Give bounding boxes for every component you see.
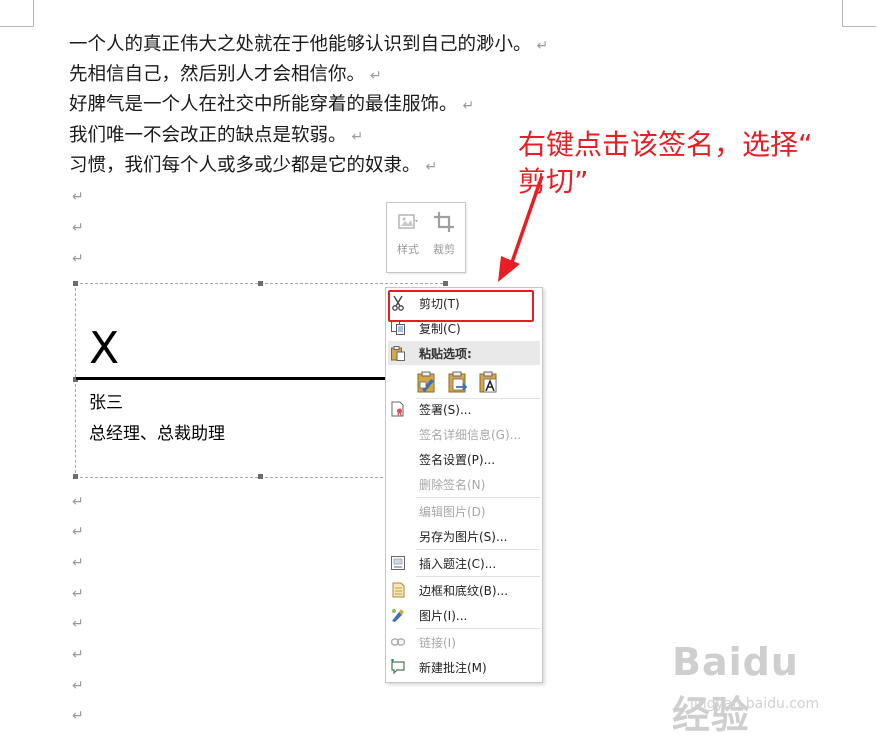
menu-item-label: 图片(I)... <box>419 609 468 623</box>
menu-item-label: 链接(I) <box>419 636 456 650</box>
context-menu: 剪切(T) 复制(C) 粘贴选项: 签署(S)... 签名详细信息(G)... … <box>385 287 543 683</box>
menu-separator <box>416 628 540 629</box>
paragraph-mark: ↵ <box>72 524 84 540</box>
paragraph-mark: ↵ <box>462 98 475 114</box>
signer-name: 张三 <box>89 393 123 413</box>
menu-item-label: 边框和底纹(B)... <box>419 584 509 598</box>
line-text: 好脾气是一个人在社交中所能穿着的最佳服饰。 <box>69 94 458 115</box>
paragraph-mark: ↵ <box>72 189 84 205</box>
paragraph-mark: ↵ <box>72 616 84 632</box>
line-text: 先相信自己，然后别人才会相信你。 <box>69 64 366 85</box>
menu-separator <box>416 576 540 577</box>
paragraph-mark: ↵ <box>370 68 382 84</box>
paragraph-mark: ↵ <box>351 129 364 145</box>
style-label: 样式 <box>397 243 419 256</box>
menu-item-insert-caption[interactable]: 插入题注(C)... <box>386 551 542 575</box>
paragraph-mark: ↵ <box>536 38 549 54</box>
style-button[interactable]: 样式 <box>391 211 425 263</box>
crop-icon <box>434 212 454 232</box>
menu-item-label: 另存为图片(S)... <box>419 530 508 544</box>
resize-handle[interactable] <box>258 474 263 479</box>
resize-handle[interactable] <box>258 281 263 286</box>
menu-item-label: 复制(C) <box>419 322 461 336</box>
paragraph-mark: ↵ <box>425 159 438 175</box>
menu-item-signature-setup[interactable]: 签名设置(P)... <box>386 447 542 471</box>
document-line: 一个人的真正伟大之处就在于他能够认识到自己的渺小。 ↵ <box>69 33 548 58</box>
menu-item-save-as-picture[interactable]: 另存为图片(S)... <box>386 524 542 548</box>
menu-item-label: 新建批注(M) <box>419 661 487 675</box>
baidu-watermark: Baidu经验 jingyan.baidu.com <box>672 640 832 737</box>
menu-item-new-comment[interactable]: 新建批注(M) <box>386 655 542 679</box>
paste-merge-formatting-button[interactable] <box>447 370 469 394</box>
signature-x-mark: X <box>89 323 120 374</box>
line-text: 一个人的真正伟大之处就在于他能够认识到自己的渺小。 <box>69 34 532 55</box>
menu-separator <box>416 549 540 550</box>
menu-item-label: 签署(S)... <box>419 403 472 417</box>
crop-label: 裁剪 <box>433 243 455 256</box>
page-corner-mark-left <box>0 0 34 27</box>
comment-icon <box>391 659 405 675</box>
copy-icon <box>391 321 405 335</box>
picture-style-icon <box>398 214 418 229</box>
menu-item-label: 签名详细信息(G)... <box>419 428 522 442</box>
menu-item-signature-details[interactable]: 签名详细信息(G)... <box>386 422 542 446</box>
paragraph-mark: ↵ <box>72 678 84 694</box>
paragraph-mark: ↵ <box>72 220 84 236</box>
borders-shading-icon <box>392 582 405 598</box>
watermark-logo: Baidu经验 <box>672 640 799 737</box>
document-line: 我们唯一不会改正的缺点是软弱。 ↵ <box>69 124 363 149</box>
menu-item-label: 编辑图片(D) <box>419 505 486 519</box>
resize-handle[interactable] <box>73 281 78 286</box>
paragraph-mark: ↵ <box>72 647 84 663</box>
mini-toolbar: 样式 裁剪 <box>386 202 466 273</box>
line-text: 我们唯一不会改正的缺点是软弱。 <box>69 125 347 146</box>
menu-item-label: 删除签名(N) <box>419 478 486 492</box>
menu-item-label: 插入题注(C)... <box>419 557 497 571</box>
annotation-callout: 右键点击该签名，选择“ 剪切” <box>518 126 813 200</box>
format-picture-icon <box>392 609 404 622</box>
menu-item-edit-picture[interactable]: 编辑图片(D) <box>386 499 542 523</box>
page-corner-mark-right <box>842 0 876 27</box>
menu-item-picture[interactable]: 图片(I)... <box>386 603 542 627</box>
menu-item-link[interactable]: 链接(I) <box>386 630 542 654</box>
paste-text-only-button[interactable] <box>478 370 500 394</box>
paste-merge-icon <box>448 371 468 393</box>
signer-title: 总经理、总裁助理 <box>89 424 225 444</box>
document-line: 先相信自己，然后别人才会相信你。 ↵ <box>69 63 382 88</box>
resize-handle[interactable] <box>73 474 78 479</box>
line-text: 习惯，我们每个人或多或少都是它的奴隶。 <box>69 155 421 176</box>
watermark-url: jingyan.baidu.com <box>690 696 820 712</box>
menu-item-borders-shading[interactable]: 边框和底纹(B)... <box>386 578 542 602</box>
menu-section-paste-options: 粘贴选项: <box>388 341 540 365</box>
menu-item-remove-signature[interactable]: 删除签名(N) <box>386 472 542 496</box>
clipboard-icon <box>391 346 405 361</box>
annotation-line-1: 右键点击该签名，选择“ <box>518 128 813 161</box>
menu-item-label: 签名设置(P)... <box>419 453 496 467</box>
menu-item-sign[interactable]: 签署(S)... <box>386 397 542 421</box>
menu-separator <box>416 497 540 498</box>
caption-icon <box>391 556 405 570</box>
paste-keep-source-icon <box>417 371 435 393</box>
paragraph-mark: ↵ <box>72 494 84 510</box>
link-icon <box>390 638 406 646</box>
sign-document-icon <box>391 401 404 417</box>
paragraph-mark: ↵ <box>72 555 84 571</box>
paragraph-mark: ↵ <box>72 251 84 267</box>
paragraph-mark: ↵ <box>72 586 84 602</box>
signature-line <box>76 377 388 380</box>
annotation-line-2: 剪切” <box>518 165 589 198</box>
crop-button[interactable]: 裁剪 <box>427 211 461 263</box>
document-line: 习惯，我们每个人或多或少都是它的奴隶。 ↵ <box>69 154 437 179</box>
paste-text-only-icon <box>479 371 497 393</box>
document-line: 好脾气是一个人在社交中所能穿着的最佳服饰。 ↵ <box>69 93 474 118</box>
menu-section-label: 粘贴选项: <box>419 347 472 361</box>
resize-handle[interactable] <box>443 281 448 286</box>
paste-keep-formatting-button[interactable] <box>416 370 438 394</box>
paragraph-mark: ↵ <box>72 708 84 724</box>
